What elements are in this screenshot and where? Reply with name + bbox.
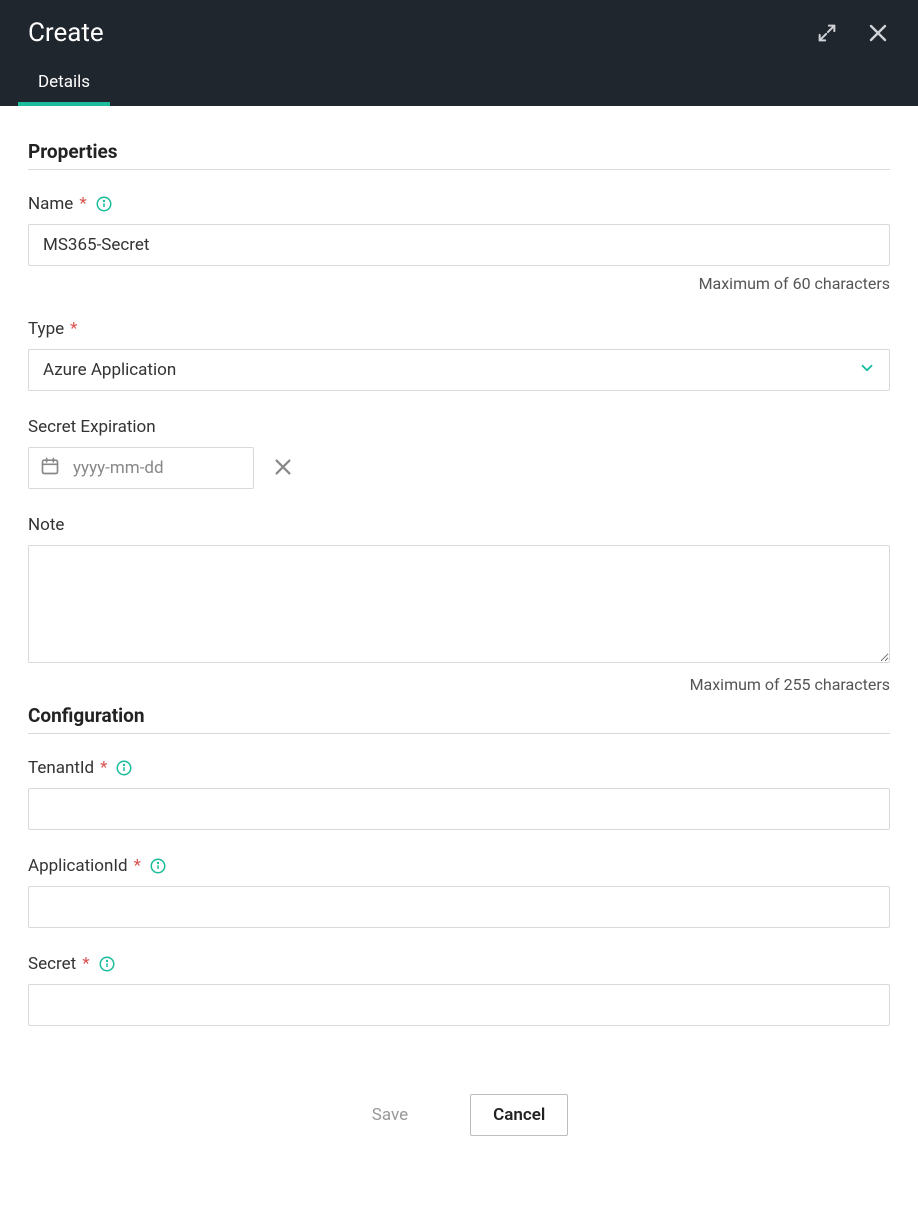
- required-marker: *: [70, 319, 77, 339]
- label-application-id: ApplicationId *: [28, 856, 890, 876]
- cancel-button[interactable]: Cancel: [470, 1094, 568, 1136]
- note-input[interactable]: [28, 545, 890, 663]
- name-helper: Maximum of 60 characters: [28, 274, 890, 293]
- section-divider: [28, 733, 890, 734]
- name-input[interactable]: [28, 224, 890, 266]
- dialog-footer: Save Cancel: [0, 1072, 918, 1166]
- type-select[interactable]: Azure Application: [28, 349, 890, 391]
- section-title-properties: Properties: [28, 140, 890, 163]
- label-secret-expiration-text: Secret Expiration: [28, 417, 156, 437]
- field-secret: Secret *: [28, 954, 890, 1026]
- tab-details[interactable]: Details: [18, 58, 110, 106]
- label-secret-text: Secret: [28, 954, 76, 974]
- info-icon[interactable]: [98, 955, 116, 973]
- dialog-header: Create Details: [0, 0, 918, 106]
- field-secret-expiration: Secret Expiration: [28, 417, 890, 489]
- required-marker: *: [100, 758, 107, 778]
- field-note: Note Maximum of 255 characters: [28, 515, 890, 694]
- label-secret-expiration: Secret Expiration: [28, 417, 890, 437]
- label-secret: Secret *: [28, 954, 890, 974]
- secret-expiration-input[interactable]: [28, 447, 254, 489]
- label-name: Name *: [28, 194, 890, 214]
- required-marker: *: [82, 954, 89, 974]
- info-icon[interactable]: [115, 759, 133, 777]
- label-application-id-text: ApplicationId: [28, 856, 128, 876]
- label-note: Note: [28, 515, 890, 535]
- section-divider: [28, 169, 890, 170]
- required-marker: *: [134, 856, 141, 876]
- info-icon[interactable]: [95, 195, 113, 213]
- label-tenant-id: TenantId *: [28, 758, 890, 778]
- section-title-configuration: Configuration: [28, 704, 890, 727]
- dialog-title: Create: [28, 18, 104, 48]
- label-note-text: Note: [28, 515, 64, 535]
- section-configuration: Configuration TenantId * ApplicationId *: [28, 704, 890, 1026]
- save-button: Save: [350, 1095, 430, 1135]
- close-icon[interactable]: [866, 21, 890, 45]
- field-name: Name * Maximum of 60 characters: [28, 194, 890, 293]
- info-icon[interactable]: [149, 857, 167, 875]
- note-helper: Maximum of 255 characters: [28, 675, 890, 694]
- label-tenant-id-text: TenantId: [28, 758, 94, 778]
- field-tenant-id: TenantId *: [28, 758, 890, 830]
- field-type: Type * Azure Application: [28, 319, 890, 391]
- label-type-text: Type: [28, 319, 64, 339]
- secret-input[interactable]: [28, 984, 890, 1026]
- tabs: Details: [0, 58, 918, 106]
- application-id-input[interactable]: [28, 886, 890, 928]
- tenant-id-input[interactable]: [28, 788, 890, 830]
- expand-icon[interactable]: [816, 22, 838, 44]
- dialog-body: Properties Name * Maximum of 60 characte…: [0, 106, 918, 1072]
- field-application-id: ApplicationId *: [28, 856, 890, 928]
- required-marker: *: [79, 194, 86, 214]
- label-type: Type *: [28, 319, 890, 339]
- label-name-text: Name: [28, 194, 73, 214]
- section-properties: Properties Name * Maximum of 60 characte…: [28, 140, 890, 694]
- calendar-icon: [40, 456, 60, 480]
- clear-date-icon[interactable]: [272, 456, 294, 481]
